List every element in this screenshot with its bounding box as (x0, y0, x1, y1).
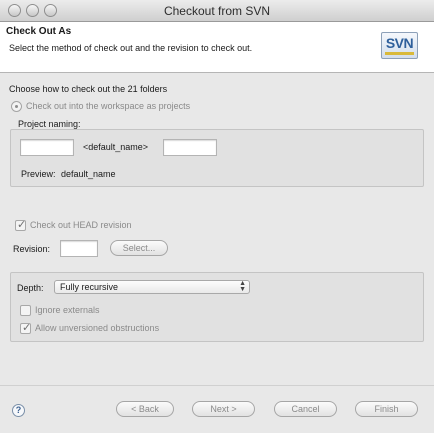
project-naming-label: Project naming: (18, 119, 81, 129)
ignore-externals-checkbox[interactable] (20, 305, 31, 316)
svn-logo-text: SVN (385, 35, 414, 51)
head-revision-checkbox[interactable]: ✓ (15, 219, 27, 231)
depth-options-group: Depth: Fully recursive ▲ ▼ Ignore externa… (10, 272, 424, 342)
ignore-externals-label: Ignore externals (35, 305, 100, 315)
svn-logo: SVN (381, 32, 418, 59)
workspace-projects-radio[interactable] (11, 101, 22, 112)
workspace-projects-label: Check out into the workspace as projects (26, 101, 191, 111)
allow-unversioned-checkbox[interactable]: ✓ (20, 322, 32, 334)
default-name-label: <default_name> (83, 142, 149, 152)
help-icon[interactable]: ? (12, 404, 25, 417)
window-title: Checkout from SVN (163, 4, 271, 18)
choose-method-label: Choose how to check out the 21 folders (9, 84, 168, 94)
select-revision-button[interactable]: Select... (110, 240, 168, 256)
project-naming-group: <default_name> Preview: default_name (10, 129, 424, 187)
back-button[interactable]: < Back (116, 401, 174, 417)
allow-unversioned-label: Allow unversioned obstructions (35, 323, 160, 333)
name-prefix-input[interactable] (20, 139, 74, 156)
wizard-content: Choose how to check out the 21 folders C… (0, 73, 434, 385)
cancel-button[interactable]: Cancel (274, 401, 337, 417)
next-button[interactable]: Next > (192, 401, 255, 417)
wizard-header: Check Out As Select the method of check … (0, 22, 434, 73)
name-suffix-input[interactable] (163, 139, 217, 156)
revision-label: Revision: (13, 244, 51, 254)
depth-select[interactable]: Fully recursive ▲ ▼ (54, 280, 250, 294)
finish-button[interactable]: Finish (355, 401, 418, 417)
preview-label: Preview: (21, 169, 56, 179)
page-title: Check Out As (6, 26, 72, 37)
up-down-arrows-icon: ▲ ▼ (239, 280, 246, 293)
depth-label: Depth: (17, 283, 44, 293)
preview-value: default_name (61, 169, 116, 179)
head-revision-label: Check out HEAD revision (30, 220, 132, 230)
window-titlebar: Checkout from SVN (0, 0, 434, 22)
depth-select-value: Fully recursive (60, 282, 119, 292)
page-description: Select the method of check out and the r… (9, 43, 253, 53)
svn-logo-underline (385, 52, 414, 55)
checkmark-icon: ✓ (22, 322, 32, 334)
wizard-footer: ? < Back Next > Cancel Finish (0, 385, 434, 433)
checkmark-icon: ✓ (17, 219, 27, 231)
revision-input[interactable] (60, 240, 98, 257)
